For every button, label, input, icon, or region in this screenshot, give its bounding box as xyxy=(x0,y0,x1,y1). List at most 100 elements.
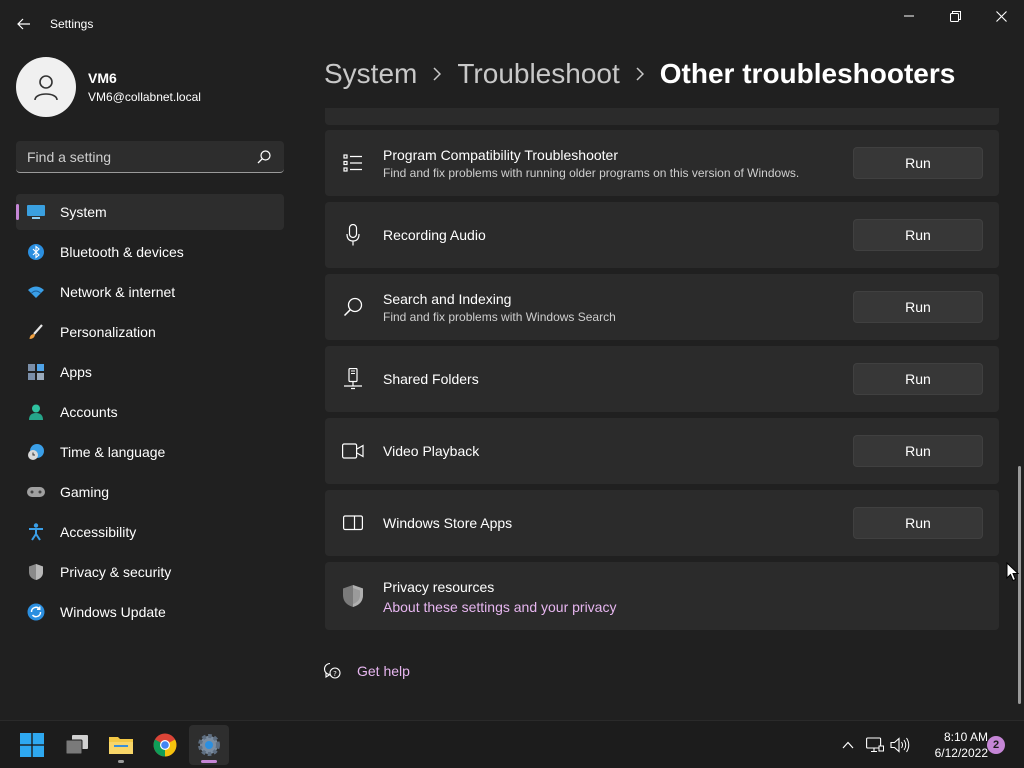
search-input[interactable] xyxy=(27,148,247,165)
show-hidden-icons-button[interactable] xyxy=(838,735,858,755)
sidebar-item-label: Privacy & security xyxy=(60,564,172,580)
sidebar-item-label: Accounts xyxy=(60,404,118,420)
breadcrumb: System Troubleshoot Other troubleshooter… xyxy=(324,58,955,90)
arrow-left-icon xyxy=(17,18,30,30)
sidebar-item-accounts[interactable]: Accounts xyxy=(16,394,284,430)
clock-time: 8:10 AM xyxy=(943,730,988,744)
close-icon xyxy=(995,10,1007,22)
sidebar-item-label: Network & internet xyxy=(60,284,176,300)
troubleshooter-description: Find and fix problems with Windows Searc… xyxy=(383,309,616,324)
page-title: Other troubleshooters xyxy=(659,58,956,89)
person-icon xyxy=(26,402,46,422)
run-button[interactable]: Run xyxy=(853,219,983,251)
list-icon xyxy=(341,151,365,175)
sidebar-item-gaming[interactable]: Gaming xyxy=(16,474,284,510)
sidebar-item-label: Windows Update xyxy=(60,604,166,620)
sidebar-item-accessibility[interactable]: Accessibility xyxy=(16,514,284,550)
troubleshooter-shared-folders: Shared Folders Run xyxy=(325,346,999,412)
close-button[interactable] xyxy=(978,0,1024,32)
breadcrumb-troubleshoot[interactable]: Troubleshoot xyxy=(457,58,619,90)
sidebar-item-label: Accessibility xyxy=(60,524,137,540)
get-help-label: Get help xyxy=(357,663,410,679)
apps-icon xyxy=(26,362,46,382)
troubleshooter-description: Find and fix problems with running older… xyxy=(383,165,800,180)
sidebar-item-windows-update[interactable]: Windows Update xyxy=(16,594,284,630)
clock-date: 6/12/2022 xyxy=(934,746,988,760)
person-icon xyxy=(34,75,58,101)
search-icon[interactable] xyxy=(256,149,272,165)
microphone-icon xyxy=(341,223,365,247)
breadcrumb-system[interactable]: System xyxy=(324,58,417,90)
taskbar-clock[interactable]: 8:10 AM 6/12/2022 xyxy=(912,729,988,761)
shield-icon xyxy=(341,584,365,608)
chevron-right-icon xyxy=(636,67,644,81)
sidebar-item-bluetooth[interactable]: Bluetooth & devices xyxy=(16,234,284,270)
search-icon xyxy=(341,295,365,319)
network-icon xyxy=(866,737,884,753)
windows-logo-icon xyxy=(20,733,44,757)
sidebar-item-system[interactable]: System xyxy=(16,194,284,230)
privacy-link[interactable]: About these settings and your privacy xyxy=(383,599,616,615)
volume-button[interactable] xyxy=(890,735,910,755)
list-item xyxy=(325,108,999,125)
chrome-button[interactable] xyxy=(145,725,185,765)
run-button[interactable]: Run xyxy=(853,363,983,395)
sidebar-item-label: Personalization xyxy=(60,324,156,340)
privacy-resources: Privacy resources About these settings a… xyxy=(325,562,999,630)
update-icon xyxy=(26,602,46,622)
user-profile[interactable]: VM6 VM6@collabnet.local xyxy=(16,57,201,117)
settings-taskbar-button[interactable] xyxy=(189,725,229,765)
brush-icon xyxy=(26,322,46,342)
minimize-button[interactable] xyxy=(886,0,932,32)
sidebar-item-label: Bluetooth & devices xyxy=(60,244,184,260)
accessibility-icon xyxy=(26,522,46,542)
sidebar-item-apps[interactable]: Apps xyxy=(16,354,284,390)
scrollbar[interactable] xyxy=(1018,466,1021,704)
sidebar-item-privacy-security[interactable]: Privacy & security xyxy=(16,554,284,590)
sidebar-item-network[interactable]: Network & internet xyxy=(16,274,284,310)
maximize-button[interactable] xyxy=(932,0,978,32)
privacy-title: Privacy resources xyxy=(383,578,495,595)
troubleshooter-recording-audio: Recording Audio Run xyxy=(325,202,999,268)
troubleshooter-title: Recording Audio xyxy=(383,227,486,243)
troubleshooter-title: Program Compatibility Troubleshooter xyxy=(383,146,618,163)
file-explorer-button[interactable] xyxy=(101,725,141,765)
sidebar-item-personalization[interactable]: Personalization xyxy=(16,314,284,350)
troubleshooter-title: Shared Folders xyxy=(383,371,479,387)
bluetooth-icon xyxy=(26,242,46,262)
sidebar-item-label: Apps xyxy=(60,364,92,380)
sidebar-item-time-language[interactable]: Time & language xyxy=(16,434,284,470)
run-button[interactable]: Run xyxy=(853,507,983,539)
troubleshooter-title: Video Playback xyxy=(383,443,480,459)
notification-badge[interactable]: 2 xyxy=(987,736,1005,754)
search-box[interactable] xyxy=(16,141,284,173)
task-view-button[interactable] xyxy=(57,725,97,765)
profile-name: VM6 xyxy=(88,70,117,86)
run-button[interactable]: Run xyxy=(853,435,983,467)
help-chat-icon: ? xyxy=(324,662,341,679)
task-view-icon xyxy=(65,735,88,755)
troubleshooter-title: Windows Store Apps xyxy=(383,515,513,531)
network-drive-icon xyxy=(341,367,365,391)
avatar xyxy=(16,57,76,117)
profile-email: VM6@collabnet.local xyxy=(88,90,201,104)
gear-icon xyxy=(198,734,220,756)
run-button[interactable]: Run xyxy=(853,291,983,323)
mouse-cursor-icon xyxy=(1006,562,1020,582)
volume-icon xyxy=(890,737,910,753)
gamepad-icon xyxy=(26,482,46,502)
folder-icon xyxy=(109,737,133,754)
title-bar: Settings xyxy=(0,0,1024,48)
video-camera-icon xyxy=(341,439,365,463)
get-help-link[interactable]: ? Get help xyxy=(323,662,410,680)
start-button[interactable] xyxy=(12,725,52,765)
sidebar-item-label: System xyxy=(60,204,107,220)
chrome-icon xyxy=(153,733,177,757)
system-icon xyxy=(26,202,46,222)
troubleshooter-title: Search and Indexing xyxy=(383,290,512,307)
network-status-button[interactable] xyxy=(865,735,885,755)
run-button[interactable]: Run xyxy=(853,147,983,179)
back-button[interactable] xyxy=(8,8,40,40)
wifi-icon xyxy=(26,282,46,302)
active-indicator xyxy=(201,760,217,763)
